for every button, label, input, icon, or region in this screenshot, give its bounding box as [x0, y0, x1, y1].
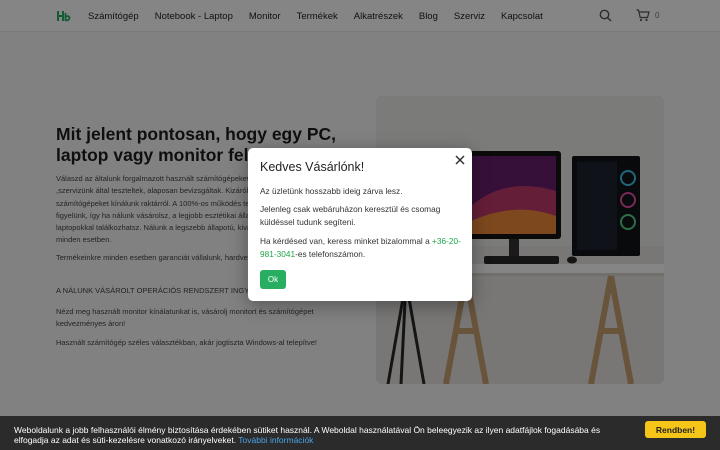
modal-webshop-notice: Jelenleg csak webáruházon keresztül és c… [260, 204, 441, 227]
modal-contact-prefix: Ha kérdésed van, keress minket bizalomma… [260, 236, 433, 246]
notice-modal: Kedves Vásárlónk! Az üzletünk hosszabb i… [248, 148, 472, 301]
modal-contact-suffix: -es telefonszámon. [295, 249, 366, 259]
modal-closed-notice: Az üzletünk hosszabb ideig zárva lesz. [260, 186, 403, 196]
ok-button[interactable]: Ok [260, 270, 286, 289]
modal-contact-notice: Ha kérdésed van, keress minket bizalomma… [260, 235, 464, 261]
modal-title: Kedves Vásárlónk! [260, 160, 365, 174]
close-icon[interactable] [454, 154, 466, 166]
cookie-text-block: Weboldalunk a jobb felhasználói élmény b… [14, 425, 634, 445]
cookie-bar: Weboldalunk a jobb felhasználói élmény b… [0, 416, 720, 450]
cookie-accept-button[interactable]: Rendben! [645, 421, 706, 438]
cookie-more-info-link[interactable]: További információk [238, 435, 313, 445]
